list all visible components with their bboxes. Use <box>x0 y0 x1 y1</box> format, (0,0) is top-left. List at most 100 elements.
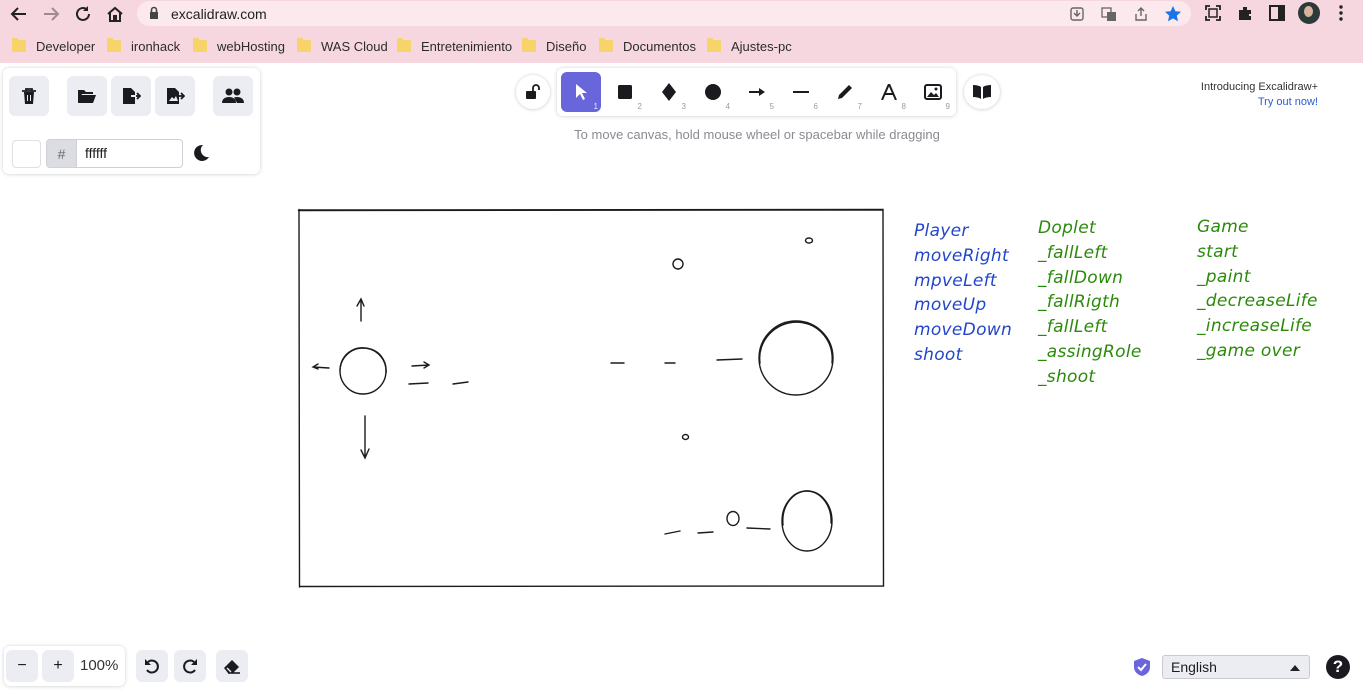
open-file-button[interactable] <box>67 76 107 116</box>
tool-shortcut: 9 <box>945 102 950 111</box>
live-collaboration-button[interactable] <box>213 76 253 116</box>
canvas-background-hex-input[interactable]: ffffff <box>76 139 183 168</box>
notes-player[interactable]: Player moveRight mpveLeft moveUp moveDow… <box>914 219 1012 368</box>
note-line: start <box>1197 241 1239 262</box>
tool-shortcut: 7 <box>857 102 862 111</box>
bookmark-label: Ajustes-pc <box>731 38 792 54</box>
tool-line[interactable]: 6 <box>781 72 821 112</box>
dark-mode-toggle[interactable] <box>192 144 212 164</box>
note-line: _fallDown <box>1038 267 1124 288</box>
arrow-down <box>360 415 370 460</box>
install-icon[interactable] <box>1067 4 1087 24</box>
note-line: _fallLeft <box>1038 242 1108 263</box>
translate-icon[interactable] <box>1099 4 1119 24</box>
bookmark-ajustes-pc[interactable]: Ajustes-pc <box>707 36 792 56</box>
bookmark-was-cloud[interactable]: WAS Cloud <box>297 36 388 56</box>
tool-image[interactable]: 9 <box>913 72 953 112</box>
address-bar[interactable]: excalidraw.com <box>137 1 1191 26</box>
pencil-icon <box>838 85 852 99</box>
undo-button[interactable] <box>136 650 168 682</box>
more-menu-icon[interactable] <box>1330 2 1352 24</box>
main-menu-panel: # ffffff <box>3 68 260 174</box>
note-line: moveRight <box>914 245 1009 266</box>
note-line: moveUp <box>914 295 987 316</box>
library-button[interactable] <box>964 75 1000 109</box>
line-icon <box>793 91 809 93</box>
enemy-circle-large-stroke2 <box>759 321 833 364</box>
bookmark-star-icon[interactable] <box>1163 4 1183 24</box>
tool-rectangle[interactable]: 2 <box>605 72 645 112</box>
arrow-left <box>311 363 330 370</box>
notes-game[interactable]: Game start _paint _decreaseLife _increas… <box>1197 215 1318 364</box>
bookmark-label: webHosting <box>217 38 285 54</box>
zoom-in-button[interactable]: + <box>42 650 74 682</box>
screen-capture-icon[interactable] <box>1202 2 1224 24</box>
eraser-button[interactable] <box>216 650 248 682</box>
clear-canvas-button[interactable] <box>9 76 49 116</box>
canvas-background-swatch[interactable] <box>12 140 41 168</box>
reload-button[interactable] <box>71 2 95 26</box>
tool-draw[interactable]: 7 <box>825 72 865 112</box>
bullet-dash-2 <box>452 381 469 385</box>
redo-button[interactable] <box>174 650 206 682</box>
enemy-circle-bottom-stroke2 <box>782 490 832 526</box>
image-icon <box>924 84 942 100</box>
drop-tiny-top <box>804 237 814 244</box>
shield-check-icon[interactable] <box>1133 657 1151 677</box>
drop-dash-4 <box>664 530 681 535</box>
extensions-icon[interactable] <box>1234 2 1256 24</box>
note-line: _fallLeft <box>1038 317 1108 338</box>
export-file-icon <box>123 88 141 104</box>
tool-selection[interactable]: 1 <box>561 72 601 112</box>
bookmark-label: Diseño <box>546 38 587 54</box>
tool-diamond[interactable]: 3 <box>649 72 689 112</box>
pointer-icon <box>576 84 587 100</box>
ellipse-icon <box>705 84 721 100</box>
browser-toolbar: excalidraw.com <box>0 0 1363 28</box>
bookmark-documentos[interactable]: Documentos <box>599 36 696 56</box>
zoom-out-button[interactable]: − <box>6 650 38 682</box>
note-line: shoot <box>914 344 963 365</box>
bookmark-webhosting[interactable]: webHosting <box>193 36 285 56</box>
tool-arrow[interactable]: 5 <box>737 72 777 112</box>
bookmark-label: Developer <box>36 38 96 54</box>
notes-doplet[interactable]: Doplet _fallLeft _fallDown _fallRigth _f… <box>1038 216 1142 390</box>
promo-title: Introducing Excalidraw+ <box>1200 81 1318 93</box>
undo-icon <box>145 659 159 674</box>
note-line: mpveLeft <box>914 270 997 291</box>
home-button[interactable] <box>103 2 127 26</box>
export-image-button[interactable] <box>155 76 195 116</box>
bookmark-ironhack[interactable]: ironhack <box>107 36 180 56</box>
tool-ellipse[interactable]: 4 <box>693 72 733 112</box>
bookmark-label: Entretenimiento <box>421 38 513 54</box>
url-text: excalidraw.com <box>171 6 267 22</box>
player-circle-stroke2 <box>339 347 387 374</box>
tool-text[interactable]: 8 <box>869 72 909 112</box>
promo-link[interactable]: Try out now! <box>1170 95 1318 110</box>
bookmark-developer[interactable]: Developer <box>12 36 95 56</box>
excalidraw-plus-promo[interactable]: Introducing Excalidraw+ Try out now! <box>1170 80 1318 110</box>
side-panel-icon[interactable] <box>1266 2 1288 24</box>
forward-button[interactable] <box>39 2 63 26</box>
browser-chrome: excalidraw.com Developer ironhack webHos… <box>0 0 1363 63</box>
share-icon[interactable] <box>1131 4 1151 24</box>
zoom-level[interactable]: 100% <box>80 657 118 674</box>
folder-icon <box>12 38 26 52</box>
drop-dash-5 <box>697 531 714 534</box>
language-select[interactable]: English <box>1162 655 1310 679</box>
drop-dash-3 <box>716 358 743 361</box>
bookmark-entretenimiento[interactable]: Entretenimiento <box>397 36 512 56</box>
note-line: _assingRole <box>1038 341 1142 362</box>
save-file-button[interactable] <box>111 76 151 116</box>
help-button[interactable]: ? <box>1326 655 1350 679</box>
back-button[interactable] <box>7 2 31 26</box>
folder-icon <box>707 38 721 52</box>
shapes-toolbar: 1 2 3 4 5 6 7 8 9 <box>557 68 956 116</box>
bullet-dash-1 <box>408 382 429 385</box>
tool-lock-button[interactable] <box>516 75 550 109</box>
tool-shortcut: 3 <box>681 102 686 111</box>
profile-avatar[interactable] <box>1298 2 1320 24</box>
diamond-icon <box>662 83 676 101</box>
hex-hash-label: # <box>46 139 77 168</box>
bookmark-diseno[interactable]: Diseño <box>522 36 586 56</box>
